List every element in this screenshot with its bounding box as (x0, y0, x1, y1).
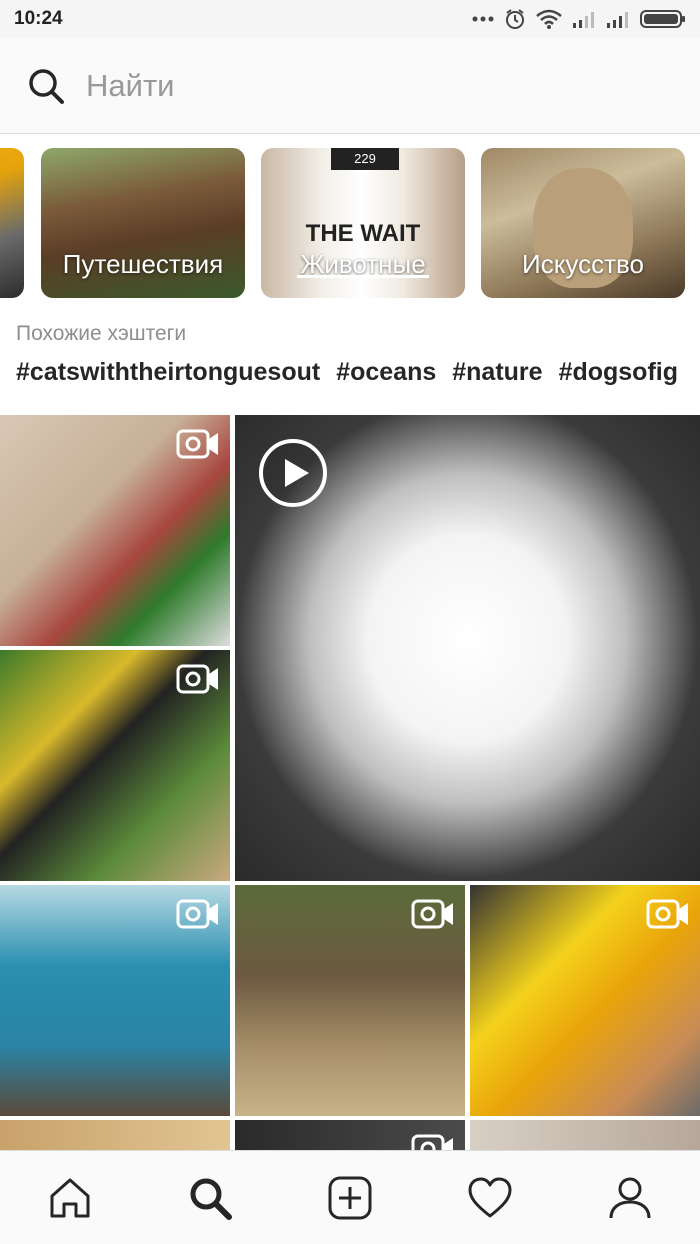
topic-image-text: THE WAIT (305, 220, 421, 247)
video-camera-icon (411, 899, 455, 929)
explore-grid (0, 415, 700, 1150)
signal-icon-1 (572, 10, 596, 28)
topic-label: Искусство (522, 249, 644, 279)
video-camera-icon (411, 1134, 455, 1150)
signal-icon-2 (606, 10, 630, 28)
topic-card-animals[interactable]: 229 THE WAIT Животные (261, 148, 465, 298)
video-camera-icon (646, 899, 690, 929)
heart-icon[interactable] (460, 1168, 520, 1228)
topic-card-car[interactable] (0, 148, 24, 298)
grid-tile-forest[interactable] (235, 885, 465, 1116)
alarm-icon (504, 8, 526, 30)
grid-tile-aquarium[interactable] (0, 885, 230, 1116)
status-bar: 10:24 (0, 0, 700, 38)
profile-icon[interactable] (600, 1168, 660, 1228)
search-input[interactable] (86, 67, 646, 104)
grid-tile-caterpillar[interactable] (0, 650, 230, 881)
status-time: 10:24 (14, 8, 63, 29)
search-bar (0, 38, 700, 134)
battery-icon (640, 9, 686, 29)
grid-tile-cheetah[interactable] (0, 1120, 230, 1150)
search-icon[interactable] (26, 66, 66, 106)
grid-tile-light[interactable] (470, 1120, 700, 1150)
topic-label: Путешествия (62, 249, 224, 279)
hashtag-link[interactable]: #oceans (336, 358, 436, 398)
topic-carousel[interactable]: Путешествия 229 THE WAIT Животные Искусс… (0, 146, 700, 300)
hashtag-link[interactable]: #nature (452, 358, 542, 398)
grid-tile-featured-dog[interactable] (235, 415, 700, 881)
hashtag-link[interactable]: #catswiththeirtonguesout (16, 358, 320, 398)
wifi-icon (536, 9, 562, 29)
video-camera-icon (176, 664, 220, 694)
search-nav-icon[interactable] (180, 1168, 240, 1228)
video-camera-icon (176, 429, 220, 459)
status-icons (472, 8, 686, 30)
grid-tile-dark[interactable] (235, 1120, 465, 1150)
add-post-icon[interactable] (320, 1168, 380, 1228)
more-dots-icon (472, 15, 494, 23)
explore-screen: 10:24 Найти Путешествия 229 THE WAIT Жив… (0, 0, 700, 1244)
grid-tile-rabbit[interactable] (0, 415, 230, 646)
related-hashtags-label: Похожие хэштеги (16, 322, 187, 345)
bottom-nav (0, 1150, 700, 1244)
topic-label: Животные (300, 249, 426, 279)
play-circle-icon[interactable] (257, 437, 329, 509)
home-icon[interactable] (40, 1168, 100, 1228)
hashtag-link[interactable]: #dogsofig (559, 358, 678, 398)
topic-card-travel[interactable]: Путешествия (41, 148, 245, 298)
video-camera-icon (176, 899, 220, 929)
topic-badge: 229 (331, 148, 399, 170)
topic-selected-indicator (297, 275, 429, 278)
grid-tile-toucan[interactable] (470, 885, 700, 1116)
related-hashtags-list: #catswiththeirtonguesout #oceans #nature… (16, 358, 678, 398)
topic-card-art[interactable]: Искусство (481, 148, 685, 298)
